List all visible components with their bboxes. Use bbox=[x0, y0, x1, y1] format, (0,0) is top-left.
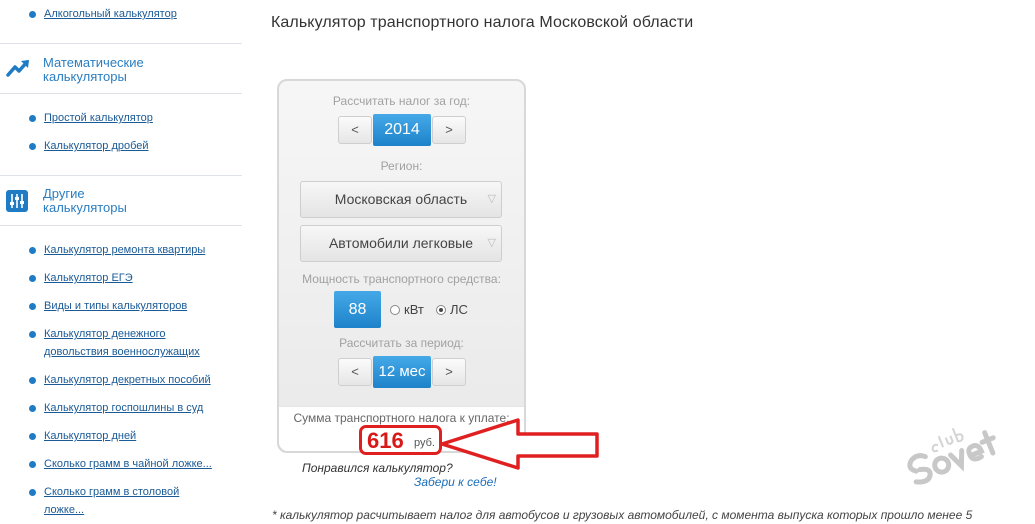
sidebar-item-simple-calculator[interactable]: Простой калькулятор bbox=[29, 110, 153, 126]
sidebar-item-fraction-calculator[interactable]: Калькулятор дробей bbox=[29, 138, 149, 154]
sidebar-item-ege-calculator[interactable]: Калькулятор ЕГЭ bbox=[29, 270, 133, 286]
tax-result-unit: руб. bbox=[414, 437, 435, 449]
unit-kw-radio[interactable]: кВт bbox=[390, 303, 424, 317]
sidebar-item-alcohol-calculator[interactable]: Алкогольный калькулятор bbox=[29, 6, 177, 22]
bullet-icon bbox=[29, 377, 36, 384]
divider bbox=[0, 93, 242, 94]
sidebar-item-renovation-calculator[interactable]: Калькулятор ремонта квартиры bbox=[29, 242, 205, 258]
page-title: Калькулятор транспортного налога Московс… bbox=[271, 14, 694, 31]
share-link[interactable]: Забери к себе! bbox=[414, 475, 497, 489]
bullet-icon bbox=[29, 303, 36, 310]
divider bbox=[0, 175, 242, 176]
chevron-down-icon: ▽ bbox=[487, 193, 496, 205]
sidebar-item-military-allowance[interactable]: Калькулятор денежного довольствия военно… bbox=[29, 326, 200, 360]
bullet-icon bbox=[29, 461, 36, 468]
sidebar-section-title: Математические калькуляторы bbox=[43, 55, 144, 84]
liked-calculator-text: Понравился калькулятор? bbox=[302, 461, 453, 475]
unit-hp-radio[interactable]: ЛС bbox=[436, 303, 468, 317]
sidebar-item-grams-tablespoon[interactable]: Сколько грамм в столовой ложке... bbox=[29, 484, 179, 518]
red-arrow-annotation-icon bbox=[440, 418, 599, 470]
result-highlight: 616 руб. bbox=[359, 425, 442, 455]
period-prev-button[interactable]: < bbox=[338, 358, 372, 386]
sidebar-section-title: Другие калькуляторы bbox=[43, 186, 127, 215]
year-label: Рассчитать налог за год: bbox=[332, 94, 471, 108]
sidebar-item-maternity-benefits[interactable]: Калькулятор декретных пособий bbox=[29, 372, 211, 388]
radio-checked-icon bbox=[436, 305, 446, 315]
year-stepper: < 2014 > bbox=[338, 114, 466, 146]
trend-chart-icon bbox=[6, 60, 29, 77]
tax-calculator: Рассчитать налог за год: < 2014 > Регион… bbox=[277, 79, 526, 455]
year-value: 2014 bbox=[373, 114, 431, 146]
sidebar-section-math[interactable]: Математические калькуляторы bbox=[0, 56, 242, 106]
sidebar-item-court-fee[interactable]: Калькулятор госпошлины в суд bbox=[29, 400, 203, 416]
power-label: Мощность транспортного средства: bbox=[302, 272, 501, 286]
sidebar: Алкогольный калькулятор Математические к… bbox=[0, 0, 242, 524]
bullet-icon bbox=[29, 275, 36, 282]
bullet-icon bbox=[29, 11, 36, 18]
bullet-icon bbox=[29, 143, 36, 150]
chevron-down-icon: ▽ bbox=[487, 237, 496, 249]
period-label: Рассчитать за период: bbox=[339, 336, 464, 350]
power-input[interactable]: 88 bbox=[334, 291, 381, 328]
radio-unchecked-icon bbox=[390, 305, 400, 315]
divider bbox=[0, 43, 242, 44]
bullet-icon bbox=[29, 115, 36, 122]
sidebar-item-grams-teaspoon[interactable]: Сколько грамм в чайной ложке... bbox=[29, 456, 212, 472]
year-prev-button[interactable]: < bbox=[338, 116, 372, 144]
bullet-icon bbox=[29, 247, 36, 254]
bullet-icon bbox=[29, 433, 36, 440]
period-next-button[interactable]: > bbox=[432, 358, 466, 386]
bullet-icon bbox=[29, 489, 36, 496]
bullet-icon bbox=[29, 405, 36, 412]
period-value: 12 мес bbox=[373, 356, 431, 388]
sidebar-item-days-calculator[interactable]: Калькулятор дней bbox=[29, 428, 136, 444]
vehicle-type-select[interactable]: Автомобили легковые ▽ bbox=[300, 225, 502, 262]
sliders-icon bbox=[6, 190, 28, 212]
tax-result-value: 616 bbox=[367, 428, 404, 453]
period-stepper: < 12 мес > bbox=[338, 356, 466, 388]
year-next-button[interactable]: > bbox=[432, 116, 466, 144]
sovet-watermark-logo bbox=[907, 427, 996, 485]
region-select[interactable]: Московская область ▽ bbox=[300, 181, 502, 218]
sidebar-section-other[interactable]: Другие калькуляторы bbox=[0, 187, 242, 237]
divider bbox=[0, 225, 242, 226]
bullet-icon bbox=[29, 331, 36, 338]
sidebar-item-calculator-types[interactable]: Виды и типы калькуляторов bbox=[29, 298, 187, 314]
region-label: Регион: bbox=[380, 159, 423, 173]
footnote: * калькулятор расчитывает налог для авто… bbox=[272, 508, 973, 522]
